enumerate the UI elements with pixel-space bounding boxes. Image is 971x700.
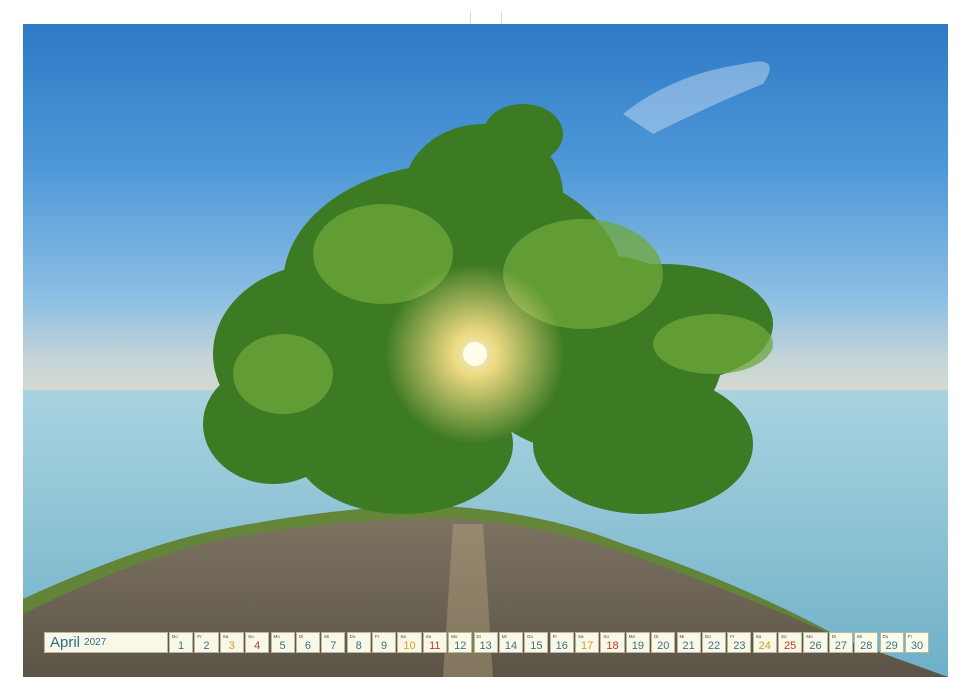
month-label-box: April 2027 — [44, 632, 168, 653]
day-cell: Mo 5 — [270, 632, 295, 653]
day-number: 18 — [606, 640, 619, 652]
day-number: 22 — [707, 640, 721, 652]
day-number: 16 — [555, 640, 568, 652]
day-cell: Sa 24 — [752, 632, 777, 653]
weekday-label: Sa — [400, 634, 406, 639]
weekday-label: Di — [476, 634, 481, 639]
weekday-label: So — [603, 634, 609, 639]
day-number: 19 — [631, 640, 644, 652]
day-cell: So 18 — [600, 632, 625, 653]
weekday-label: Do — [704, 634, 711, 639]
day-number: 12 — [454, 640, 467, 652]
day-cell: Di 20 — [651, 632, 676, 653]
weekday-label: Di — [831, 634, 836, 639]
day-cell: Fr 2 — [194, 632, 219, 653]
weekday-label: Sa — [755, 634, 762, 639]
day-cell: Mo 12 — [448, 632, 473, 653]
weekday-label: Fr — [197, 634, 202, 639]
day-cell: Do 22 — [701, 632, 727, 653]
weekday-label: Do — [527, 634, 534, 639]
day-cell: So 11 — [422, 632, 447, 653]
day-cell: Sa 10 — [397, 632, 422, 653]
weekday-label: So — [248, 634, 254, 639]
day-cell: Fr 23 — [727, 632, 752, 653]
day-cell: Do 15 — [524, 632, 549, 653]
day-number: 21 — [682, 640, 695, 652]
calendar-day-strip: April 2027 Do 1 Fr 2 Sa 3 So 4 Mo 5 Di 6 Mi 7 Do 8 Fr 9 Sa… — [44, 632, 930, 655]
day-cell: Mi 7 — [321, 632, 346, 653]
day-number: 13 — [479, 640, 492, 652]
weekday-label: Mo — [806, 634, 813, 639]
weekday-label: Fr — [907, 634, 913, 639]
day-number: 20 — [657, 640, 670, 652]
day-number: 2 — [203, 640, 210, 652]
weekday-label: Fr — [375, 634, 380, 639]
day-number: 28 — [860, 640, 873, 652]
weekday-label: Mi — [679, 634, 685, 639]
weekday-label: Fr — [552, 634, 557, 639]
month-year: 2027 — [84, 637, 107, 648]
weekday-label: Do — [172, 634, 178, 639]
day-number: 5 — [279, 640, 286, 652]
day-number: 29 — [885, 640, 898, 652]
weekday-label: Sa — [222, 634, 229, 639]
day-number: 1 — [178, 640, 185, 652]
month-name: April — [50, 634, 81, 651]
weekday-label: Mi — [324, 634, 329, 639]
day-number: 3 — [228, 640, 235, 652]
day-cell: Do 29 — [879, 632, 904, 653]
weekday-label: Mo — [273, 634, 280, 639]
day-cell: Fr 9 — [372, 632, 397, 653]
day-cell: Mi 28 — [854, 632, 879, 653]
weekday-label: So — [781, 634, 787, 639]
day-cell: Mo 19 — [625, 632, 650, 653]
day-cell: Fr 16 — [549, 632, 574, 653]
day-cell: Mo 26 — [803, 632, 828, 653]
day-number: 4 — [254, 640, 261, 652]
weekday-label: Do — [349, 634, 356, 639]
day-number: 26 — [809, 640, 822, 652]
calendar-photo — [23, 24, 948, 677]
weekday-label: Fr — [730, 634, 735, 639]
day-cell: Di 6 — [295, 632, 321, 653]
day-cell: Mi 21 — [676, 632, 701, 653]
weekday-label: Mi — [501, 634, 507, 639]
day-number: 8 — [355, 640, 362, 652]
day-cell: Fr 30 — [904, 632, 930, 653]
weekday-label: Mi — [857, 634, 862, 639]
weekday-label: Mo — [628, 634, 636, 639]
weekday-label: Di — [654, 634, 659, 639]
day-number: 14 — [504, 640, 518, 652]
day-cell: Sa 3 — [219, 632, 244, 653]
day-number: 9 — [381, 640, 388, 652]
weekday-label: Sa — [578, 634, 584, 639]
day-cell: Mi 14 — [498, 632, 524, 653]
day-cell: Di 27 — [828, 632, 853, 653]
weekday-label: So — [425, 634, 432, 639]
day-number: 11 — [429, 640, 441, 652]
day-cell: Sa 17 — [575, 632, 600, 653]
day-number: 7 — [330, 640, 337, 652]
day-number: 30 — [910, 640, 924, 652]
weekday-label: Mo — [451, 634, 458, 639]
day-cell: Do 1 — [169, 632, 194, 653]
day-number: 15 — [530, 640, 543, 652]
day-number: 17 — [580, 640, 594, 652]
day-number: 6 — [304, 640, 312, 652]
day-number: 23 — [733, 640, 746, 652]
weekday-label: Do — [882, 634, 889, 639]
weekday-label: Di — [298, 634, 304, 639]
day-number: 10 — [403, 640, 416, 652]
tree-cliff-sea-illustration — [23, 61, 948, 677]
day-cell: So 25 — [778, 632, 803, 653]
day-number: 25 — [783, 640, 797, 652]
day-cell: Di 13 — [473, 632, 498, 653]
day-number: 27 — [834, 640, 847, 652]
day-cell: Do 8 — [346, 632, 371, 653]
day-cell: So 4 — [245, 632, 270, 653]
day-number: 24 — [758, 640, 771, 652]
